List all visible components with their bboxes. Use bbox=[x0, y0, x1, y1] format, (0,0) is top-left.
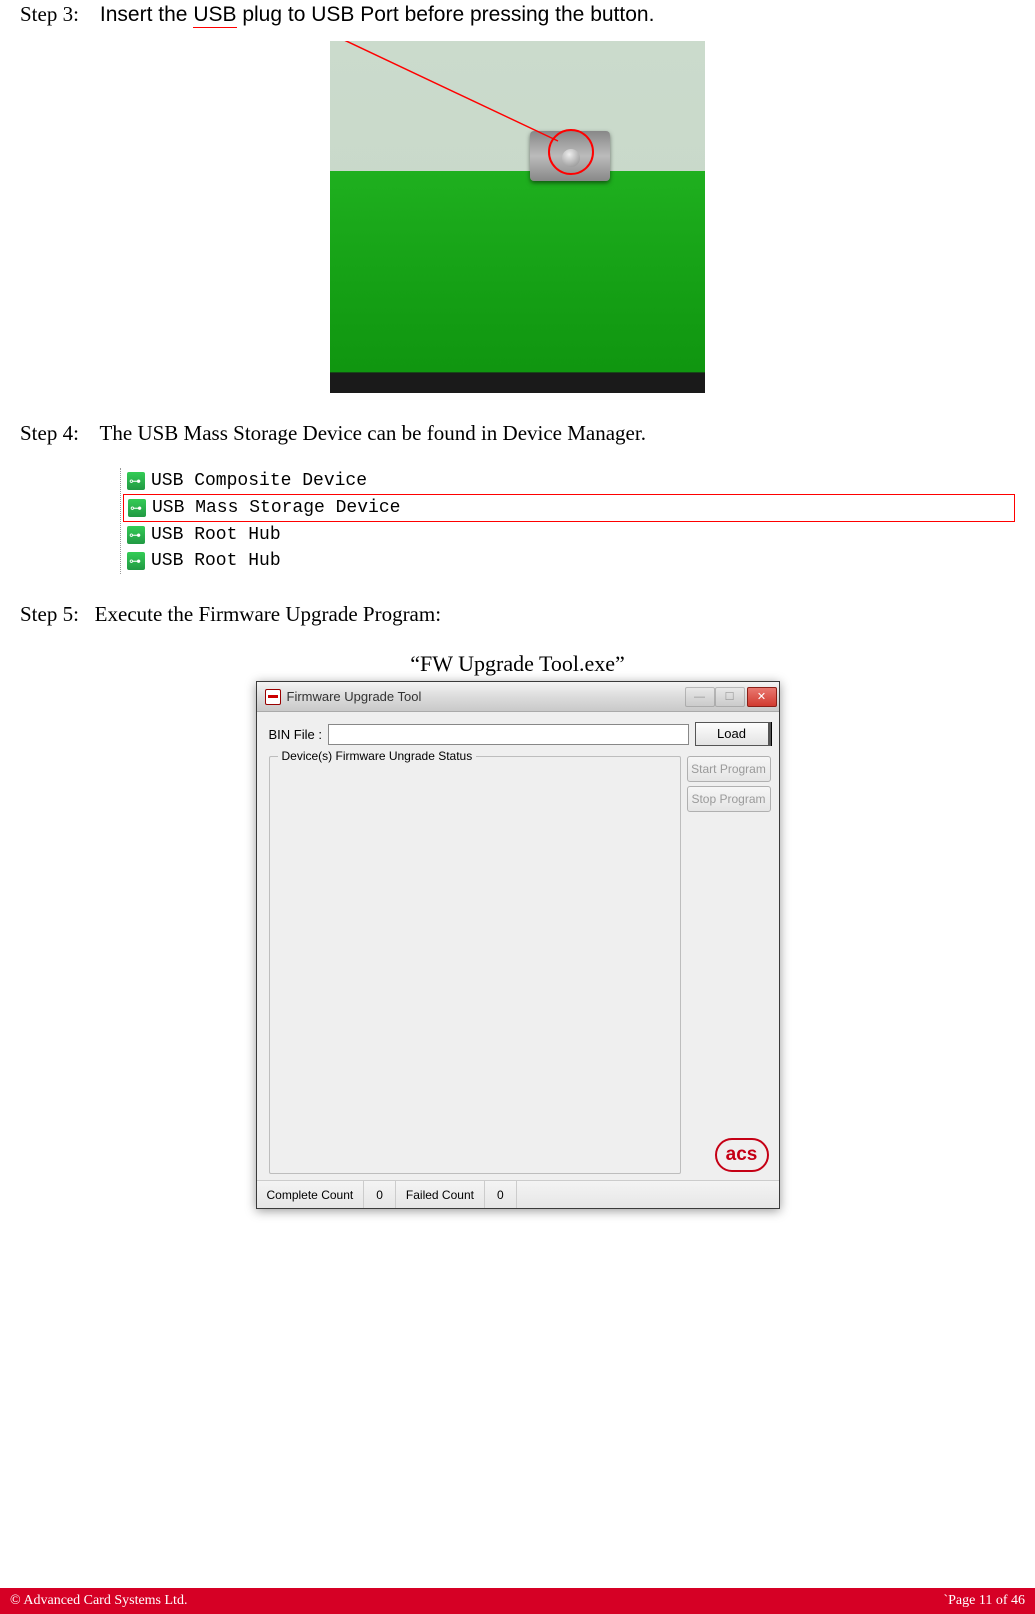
step4-label: Step 4: bbox=[20, 421, 79, 445]
device-item: USB Composite Device bbox=[123, 468, 1015, 494]
window-title: Firmware Upgrade Tool bbox=[287, 689, 685, 704]
groupbox-legend: Device(s) Firmware Ungrade Status bbox=[278, 749, 477, 763]
app-icon bbox=[265, 689, 281, 705]
step4-heading: Step 4: The USB Mass Storage Device can … bbox=[20, 421, 1015, 446]
maximize-button[interactable]: ☐ bbox=[715, 687, 745, 707]
step4-text: The USB Mass Storage Device can be found… bbox=[100, 421, 646, 445]
stop-program-button[interactable]: Stop Program bbox=[687, 786, 771, 812]
status-bar: Complete Count 0 Failed Count 0 bbox=[257, 1180, 779, 1208]
device-label: USB Composite Device bbox=[151, 469, 367, 493]
step3-label: Step 3: bbox=[20, 2, 79, 26]
close-button[interactable]: ✕ bbox=[747, 687, 777, 707]
firmware-upgrade-window: Firmware Upgrade Tool — ☐ ✕ BIN File : L… bbox=[256, 681, 780, 1209]
window-titlebar[interactable]: Firmware Upgrade Tool — ☐ ✕ bbox=[257, 682, 779, 712]
exe-filename-caption: “FW Upgrade Tool.exe” bbox=[20, 651, 1015, 677]
footer-copyright: © Advanced Card Systems Ltd. bbox=[10, 1593, 943, 1609]
usb-device-icon bbox=[127, 526, 145, 544]
step3-text: Insert the USB plug to USB Port before p… bbox=[100, 3, 655, 28]
footer-page-number: `Page 11 of 46 bbox=[943, 1593, 1025, 1609]
complete-count-value: 0 bbox=[364, 1181, 396, 1208]
circuit-board-image bbox=[330, 41, 705, 393]
step3-heading: Step 3: Insert the USB plug to USB Port … bbox=[20, 0, 1015, 27]
device-label: USB Root Hub bbox=[151, 549, 281, 573]
step5-label: Step 5: bbox=[20, 602, 79, 626]
acs-logo: acs bbox=[715, 1138, 769, 1172]
usb-device-icon bbox=[128, 499, 146, 517]
complete-count-label: Complete Count bbox=[257, 1181, 365, 1208]
callout-line bbox=[330, 41, 705, 393]
failed-count-value: 0 bbox=[485, 1181, 517, 1208]
start-program-button[interactable]: Start Program bbox=[687, 756, 771, 782]
device-item-highlighted: USB Mass Storage Device bbox=[123, 494, 1015, 522]
usb-device-icon bbox=[127, 472, 145, 490]
device-label: USB Mass Storage Device bbox=[152, 496, 400, 520]
load-button[interactable]: Load bbox=[695, 722, 771, 746]
usb-device-icon bbox=[127, 552, 145, 570]
device-label: USB Root Hub bbox=[151, 523, 281, 547]
page-footer: © Advanced Card Systems Ltd. `Page 11 of… bbox=[0, 1588, 1035, 1614]
bin-file-input[interactable] bbox=[328, 724, 689, 745]
bin-file-label: BIN File : bbox=[269, 727, 322, 742]
step5-heading: Step 5: Execute the Firmware Upgrade Pro… bbox=[20, 602, 1015, 627]
device-item: USB Root Hub bbox=[123, 548, 1015, 574]
device-manager-tree: USB Composite Device USB Mass Storage De… bbox=[120, 468, 1015, 574]
usb-underlined-word: USB bbox=[193, 3, 236, 28]
minimize-button[interactable]: — bbox=[685, 687, 715, 707]
device-item: USB Root Hub bbox=[123, 522, 1015, 548]
failed-count-label: Failed Count bbox=[396, 1181, 485, 1208]
step5-text: Execute the Firmware Upgrade Program: bbox=[95, 602, 441, 626]
device-status-groupbox: Device(s) Firmware Ungrade Status bbox=[269, 756, 681, 1174]
